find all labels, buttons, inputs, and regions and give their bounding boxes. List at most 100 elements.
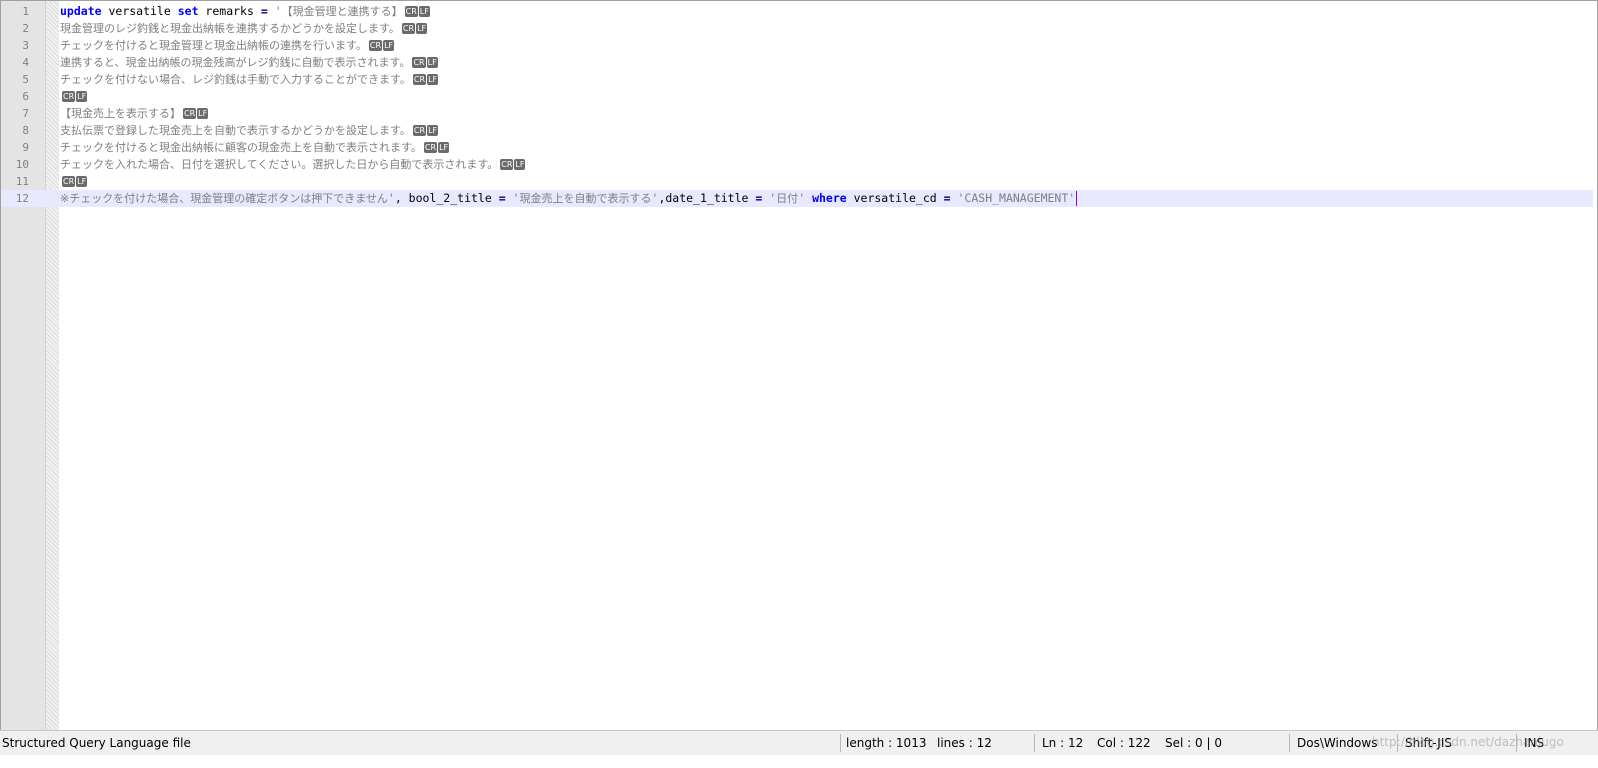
code-line[interactable]: 2 現金管理のレジ釣銭と現金出納帳を連携するかどうかを設定します。 CR LF [1, 20, 1593, 37]
code-token: = [943, 191, 951, 205]
line-number: 12 [15, 192, 29, 205]
code-line[interactable]: 3 チェックを付けると現金管理と現金出納帳の連携を行います。 CR LF [1, 37, 1593, 54]
eol-cr-marker: CR [404, 6, 418, 17]
line-number: 3 [22, 39, 29, 52]
eol-lf-marker: LF [383, 40, 395, 51]
eol-marker: CR LF [412, 57, 438, 68]
eol-lf-marker: LF [416, 23, 428, 34]
code-token: versatile_cd [846, 191, 944, 205]
code-token: 連携すると、現金出納帳の現金残高がレジ釣銭に自動で表示されます。 [60, 56, 411, 69]
eol-lf-marker: LF [76, 91, 88, 102]
status-divider [840, 734, 841, 752]
eol-lf-marker: LF [418, 6, 430, 17]
code-token: 現金売上を自動で表示する [519, 192, 652, 205]
text-caret [1076, 191, 1078, 206]
document-length: length : 1013 [846, 736, 927, 750]
code-text: チェックを付けると現金出納帳に顧客の現金売上を自動で表示されます。 CR LF [60, 139, 450, 156]
line-number: 4 [22, 56, 29, 69]
eol-lf-marker: LF [426, 57, 438, 68]
status-divider [1289, 734, 1290, 752]
eol-cr-marker: CR [368, 40, 383, 51]
file-type-label: Structured Query Language file [2, 736, 191, 750]
cursor-column: Col : 122 [1097, 736, 1151, 750]
eol-cr-marker: CR [423, 142, 438, 153]
code-line[interactable]: 6 CR LF [1, 88, 1593, 105]
code-text: ※チェックを付けた場合、現金管理の確定ボタンは押下できません', bool_2_… [60, 190, 1078, 207]
line-number: 6 [22, 90, 29, 103]
eol-cr-marker: CR [412, 125, 427, 136]
code-token: = [260, 4, 268, 18]
eol-cr-marker: CR [500, 159, 514, 170]
line-number: 11 [15, 175, 29, 188]
line-number: 2 [22, 22, 29, 35]
code-token: 【現金売上を表示する】 [60, 107, 181, 120]
status-divider [1034, 734, 1035, 752]
code-line[interactable]: 4 連携すると、現金出納帳の現金残高がレジ釣銭に自動で表示されます。 CR LF [1, 54, 1593, 71]
watermark-text: http://blog.csdn.net/dazhanjugo [1372, 735, 1564, 749]
eol-marker: CR LF [401, 23, 428, 34]
eol-cr-marker: CR [62, 176, 76, 187]
eol-cr-marker: CR [183, 108, 197, 119]
eol-marker: CR LF [412, 74, 439, 85]
eol-cr-marker: CR [401, 23, 416, 34]
code-text: CR LF [60, 173, 88, 190]
code-token: ,date_1_title [658, 191, 756, 205]
code-text: 【現金売上を表示する】 CR LF [60, 105, 209, 122]
line-number: 10 [15, 158, 29, 171]
code-line[interactable]: 12 ※チェックを付けた場合、現金管理の確定ボタンは押下できません', bool_… [1, 190, 1593, 207]
code-editor[interactable]: 1 update versatile set remarks = '【現金管理と連… [0, 0, 1598, 742]
line-number: 9 [22, 141, 29, 154]
eol-lf-marker: LF [514, 159, 526, 170]
code-token: チェックを付けない場合、レジ釣銭は手動で入力することができます。 [60, 73, 411, 86]
eol-cr-marker: CR [412, 57, 426, 68]
eol-lf-marker: LF [197, 108, 209, 119]
code-text: update versatile set remarks = '【現金管理と連携… [60, 3, 431, 20]
eol-marker: CR LF [62, 91, 88, 102]
code-line[interactable]: 8 支払伝票で登録した現金売上を自動で表示するかどうかを設定します。 CR LF [1, 122, 1593, 139]
code-line[interactable]: 9 チェックを付けると現金出納帳に顧客の現金売上を自動で表示されます。 CR LF [1, 139, 1593, 156]
code-text: 現金管理のレジ釣銭と現金出納帳を連携するかどうかを設定します。 CR LF [60, 20, 428, 37]
eol-marker: CR LF [183, 108, 209, 119]
code-token: 日付 [776, 192, 799, 205]
code-token: versatile [101, 4, 178, 18]
code-text: チェックを付けない場合、レジ釣銭は手動で入力することができます。 CR LF [60, 71, 439, 88]
code-token: set [177, 4, 199, 18]
code-token: update [60, 4, 102, 18]
eol-format[interactable]: Dos\Windows [1297, 731, 1377, 755]
eol-marker: CR LF [500, 159, 526, 170]
code-token: ' [387, 191, 395, 205]
code-line[interactable]: 10 チェックを入れた場合、日付を選択してください。選択した日から自動で表示されま… [1, 156, 1593, 173]
code-token: チェックを入れた場合、日付を選択してください。選択した日から自動で表示されます。 [60, 158, 499, 171]
eol-marker: CR LF [62, 176, 88, 187]
code-text: チェックを付けると現金管理と現金出納帳の連携を行います。 CR LF [60, 37, 395, 54]
code-token: ※チェックを付けた場合、現金管理の確定ボタンは押下できません [60, 192, 388, 205]
editor-text-area[interactable]: 1 update versatile set remarks = '【現金管理と連… [1, 3, 1593, 207]
code-token: , bool_2_title [394, 191, 499, 205]
code-text: 連携すると、現金出納帳の現金残高がレジ釣銭に自動で表示されます。 CR LF [60, 54, 439, 71]
eol-lf-marker: LF [427, 74, 439, 85]
eol-cr-marker: CR [62, 91, 76, 102]
code-text: チェックを入れた場合、日付を選択してください。選択した日から自動で表示されます。… [60, 156, 526, 173]
code-text: 支払伝票で登録した現金売上を自動で表示するかどうかを設定します。 CR LF [60, 122, 439, 139]
selection-info: Sel : 0 | 0 [1165, 736, 1222, 750]
eol-lf-marker: LF [427, 125, 439, 136]
code-line[interactable]: 5 チェックを付けない場合、レジ釣銭は手動で入力することができます。 CR LF [1, 71, 1593, 88]
code-token: チェックを付けると現金管理と現金出納帳の連携を行います。 [60, 39, 367, 52]
status-bar: Structured Query Language file length : … [0, 730, 1598, 755]
code-token: 【現金管理と連携する】 [281, 5, 403, 18]
code-token: = [498, 191, 506, 205]
eol-marker: CR LF [423, 142, 450, 153]
code-token: 'CASH_MANAGEMENT' [957, 191, 1076, 205]
eol-lf-marker: LF [76, 176, 88, 187]
code-token: where [812, 191, 847, 205]
line-number: 7 [22, 107, 29, 120]
code-line[interactable]: 11 CR LF [1, 173, 1593, 190]
code-line[interactable]: 1 update versatile set remarks = '【現金管理と連… [1, 3, 1593, 20]
code-token: 現金管理のレジ釣銭と現金出納帳を連携するかどうかを設定します。 [60, 22, 400, 35]
eol-cr-marker: CR [412, 74, 427, 85]
cursor-line: Ln : 12 [1042, 736, 1084, 750]
code-line[interactable]: 7 【現金売上を表示する】 CR LF [1, 105, 1593, 122]
